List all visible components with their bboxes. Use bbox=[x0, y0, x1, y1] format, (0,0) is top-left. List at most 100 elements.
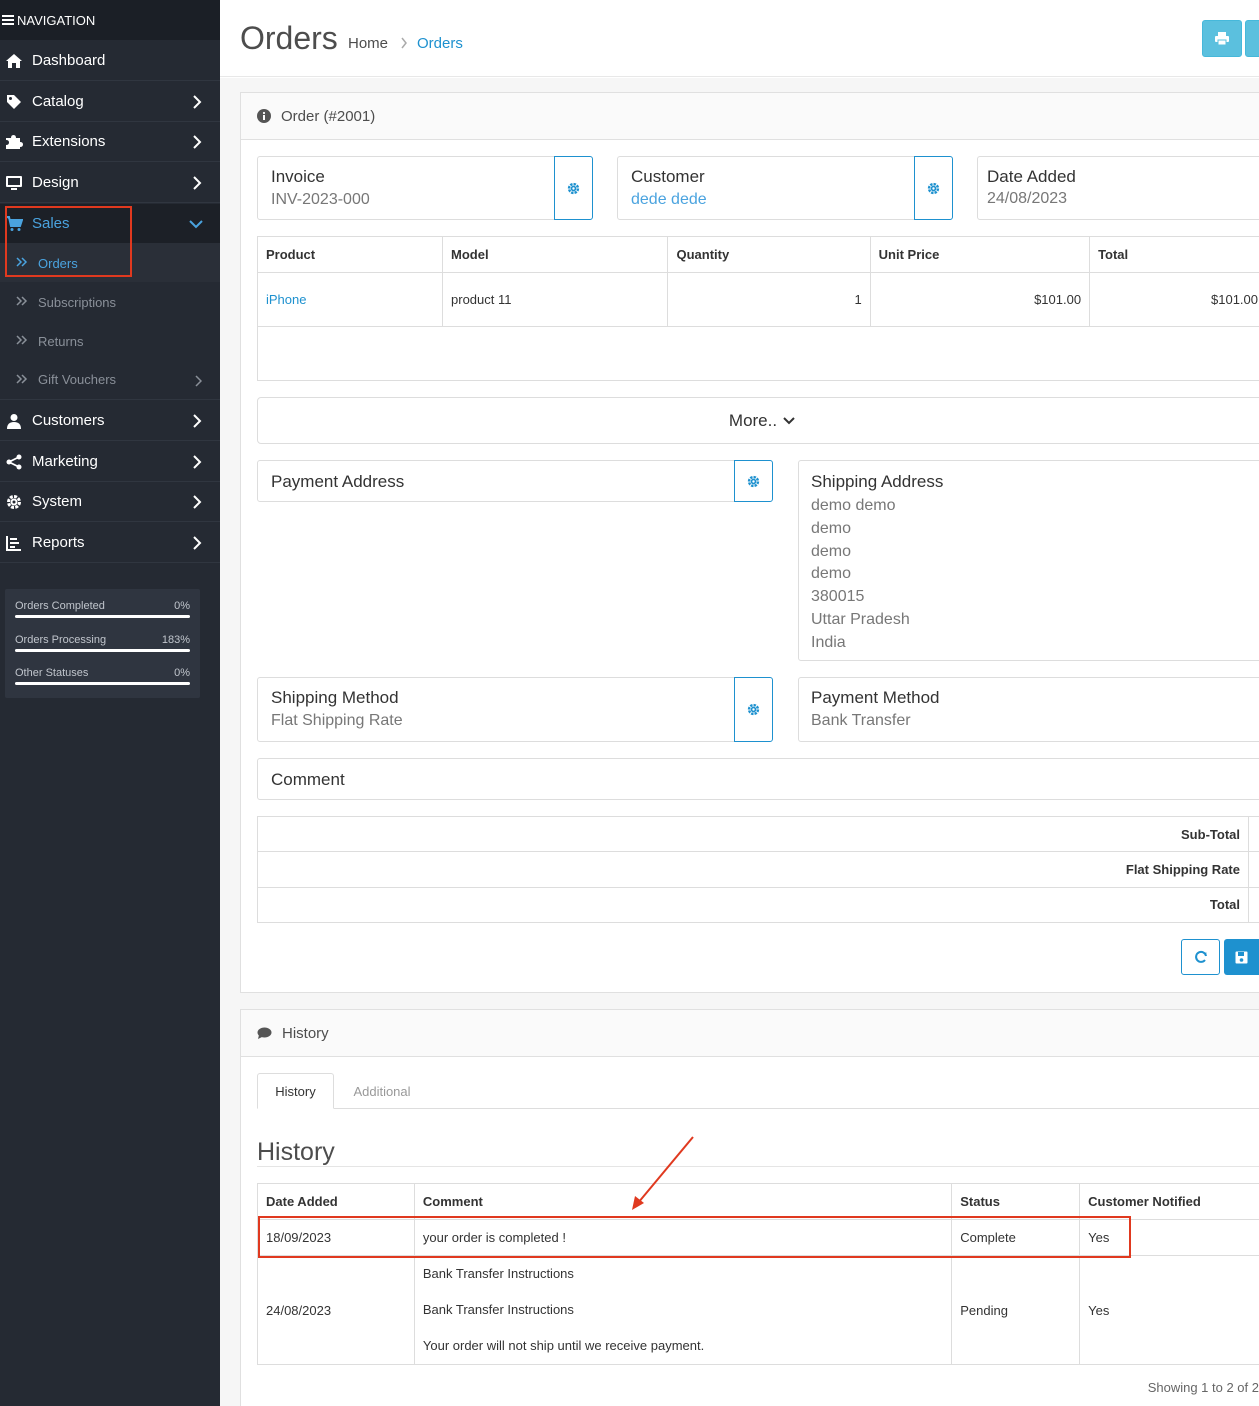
history-notified: Yes bbox=[1079, 1255, 1259, 1365]
chevron-right-icon bbox=[194, 375, 202, 387]
breadcrumb-home[interactable]: Home bbox=[348, 35, 388, 52]
totals-row: Flat Shipping Rate bbox=[257, 851, 1259, 888]
product-total: $101.00 bbox=[1089, 272, 1259, 327]
stat-progress-bar bbox=[15, 649, 190, 652]
print-icon bbox=[1214, 31, 1230, 46]
col-total: Total bbox=[1089, 236, 1259, 273]
sidebar-item-reports[interactable]: Reports bbox=[0, 523, 220, 563]
shipping-method-edit-button[interactable] bbox=[734, 677, 773, 742]
sidebar-item-label: Catalog bbox=[32, 93, 84, 110]
tab-additional[interactable]: Additional bbox=[338, 1073, 426, 1109]
more-button[interactable]: More.. bbox=[257, 397, 1259, 444]
stat-label: Orders Completed bbox=[15, 600, 105, 612]
address-line: 380015 bbox=[811, 588, 865, 606]
user-icon bbox=[4, 412, 24, 430]
history-card-header: History bbox=[241, 1010, 1259, 1057]
comment-label: Comment bbox=[271, 770, 345, 789]
shipping-address-label: Shipping Address bbox=[811, 472, 944, 491]
double-chevron-icon bbox=[16, 335, 28, 345]
totals-row: Sub-Total bbox=[257, 815, 1259, 853]
gear-icon bbox=[567, 182, 580, 195]
customer-edit-button[interactable] bbox=[914, 156, 953, 220]
col-date-added: Date Added bbox=[257, 1183, 415, 1220]
customer-box: Customer dede dede bbox=[617, 156, 915, 220]
invoice-box: Invoice INV-2023-000 bbox=[257, 156, 555, 220]
tab-history[interactable]: History bbox=[257, 1073, 334, 1109]
date-added-box: Date Added 24/08/2023 bbox=[977, 156, 1259, 220]
sidebar-subitem-subscriptions[interactable]: Subscriptions bbox=[0, 282, 220, 322]
invoice-label: Invoice bbox=[271, 167, 325, 186]
sidebar-item-label: Extensions bbox=[32, 133, 106, 150]
nav-header-label: NAVIGATION bbox=[17, 12, 96, 28]
sidebar-subitem-label: Returns bbox=[38, 333, 84, 349]
sidebar-subitem-gift-vouchers[interactable]: Gift Vouchers bbox=[0, 360, 220, 400]
share-icon bbox=[4, 453, 24, 471]
order-stats-panel: Orders Completed 0% Orders Processing 18… bbox=[5, 589, 200, 698]
shipping-address-lines: demo demo demo demo demo 380015 Uttar Pr… bbox=[811, 495, 910, 655]
chevron-right-icon bbox=[192, 536, 202, 550]
chevron-right-icon bbox=[192, 95, 202, 109]
empty-row bbox=[257, 326, 1259, 381]
customer-link[interactable]: dede dede bbox=[631, 191, 707, 209]
shipping-list-button[interactable] bbox=[1245, 20, 1259, 57]
payment-address-label: Payment Address bbox=[271, 472, 405, 491]
sidebar-item-dashboard[interactable]: Dashboard bbox=[0, 41, 220, 81]
sidebar-item-system[interactable]: System bbox=[0, 482, 220, 522]
sidebar-item-label: Customers bbox=[32, 412, 105, 429]
shipping-address-box: Shipping Address demo demo demo demo dem… bbox=[798, 460, 1259, 661]
sidebar-item-marketing[interactable]: Marketing bbox=[0, 442, 220, 482]
chevron-right-icon bbox=[192, 495, 202, 509]
table-row: 24/08/2023 Bank Transfer Instructions Ba… bbox=[257, 1255, 1259, 1365]
chevron-right-icon bbox=[192, 455, 202, 469]
sidebar-item-label: Reports bbox=[32, 534, 85, 551]
col-quantity: Quantity bbox=[667, 236, 871, 273]
sidebar-item-extensions[interactable]: Extensions bbox=[0, 122, 220, 162]
payment-address-box: Payment Address bbox=[257, 460, 735, 502]
sidebar-item-design[interactable]: Design bbox=[0, 163, 220, 203]
print-invoice-button[interactable] bbox=[1202, 20, 1242, 57]
sidebar-item-label: Marketing bbox=[32, 453, 98, 470]
stat-orders-processing: Orders Processing 183% bbox=[15, 634, 190, 652]
address-line: demo demo bbox=[811, 497, 896, 514]
product-link[interactable]: iPhone bbox=[256, 272, 444, 327]
date-added-label: Date Added bbox=[987, 167, 1076, 186]
history-date: 24/08/2023 bbox=[257, 1255, 415, 1365]
chevron-right-icon bbox=[192, 414, 202, 428]
stat-progress-bar bbox=[15, 615, 190, 618]
sidebar-subitem-label: Gift Vouchers bbox=[38, 372, 117, 387]
gear-icon bbox=[747, 475, 760, 488]
sidebar-item-catalog[interactable]: Catalog bbox=[0, 82, 220, 122]
col-unit-price: Unit Price bbox=[869, 236, 1091, 273]
payment-address-edit-button[interactable] bbox=[734, 460, 773, 502]
pagination-summary: Showing 1 to 2 of 2 bbox=[1147, 1380, 1259, 1395]
confirm-button[interactable] bbox=[1224, 939, 1259, 975]
page-header: Orders Home Orders bbox=[220, 0, 1259, 77]
order-heading: Order (#2001) bbox=[281, 107, 376, 125]
chevron-right-icon bbox=[192, 176, 202, 190]
totals-row: Total bbox=[257, 886, 1259, 924]
refresh-icon bbox=[1194, 950, 1208, 964]
comment-box: Comment bbox=[257, 758, 1259, 800]
invoice-generate-button[interactable] bbox=[554, 156, 593, 220]
breadcrumb-orders[interactable]: Orders bbox=[417, 35, 463, 52]
double-chevron-icon bbox=[16, 374, 28, 384]
gear-icon bbox=[927, 182, 940, 195]
annotation-highlight-history-row bbox=[258, 1216, 1131, 1258]
annotation-arrow-icon bbox=[632, 1136, 694, 1210]
nav-header[interactable]: NAVIGATION bbox=[0, 0, 220, 40]
col-status: Status bbox=[951, 1183, 1081, 1220]
total-label: Total bbox=[257, 886, 1249, 924]
sidebar-item-customers[interactable]: Customers bbox=[0, 401, 220, 441]
refresh-button[interactable] bbox=[1181, 939, 1220, 975]
stat-value: 0% bbox=[174, 667, 190, 679]
invoice-value: INV-2023-000 bbox=[271, 191, 370, 208]
shipping-method-box: Shipping Method Flat Shipping Rate bbox=[257, 677, 735, 742]
sidebar-subitem-returns[interactable]: Returns bbox=[0, 321, 220, 361]
col-product: Product bbox=[256, 236, 444, 273]
col-model: Model bbox=[442, 236, 669, 273]
stat-other-statuses: Other Statuses 0% bbox=[15, 667, 190, 685]
address-line: demo bbox=[811, 565, 852, 583]
customer-label: Customer bbox=[631, 167, 705, 186]
sidebar-item-label: System bbox=[32, 493, 83, 510]
history-title: History bbox=[257, 1138, 335, 1166]
